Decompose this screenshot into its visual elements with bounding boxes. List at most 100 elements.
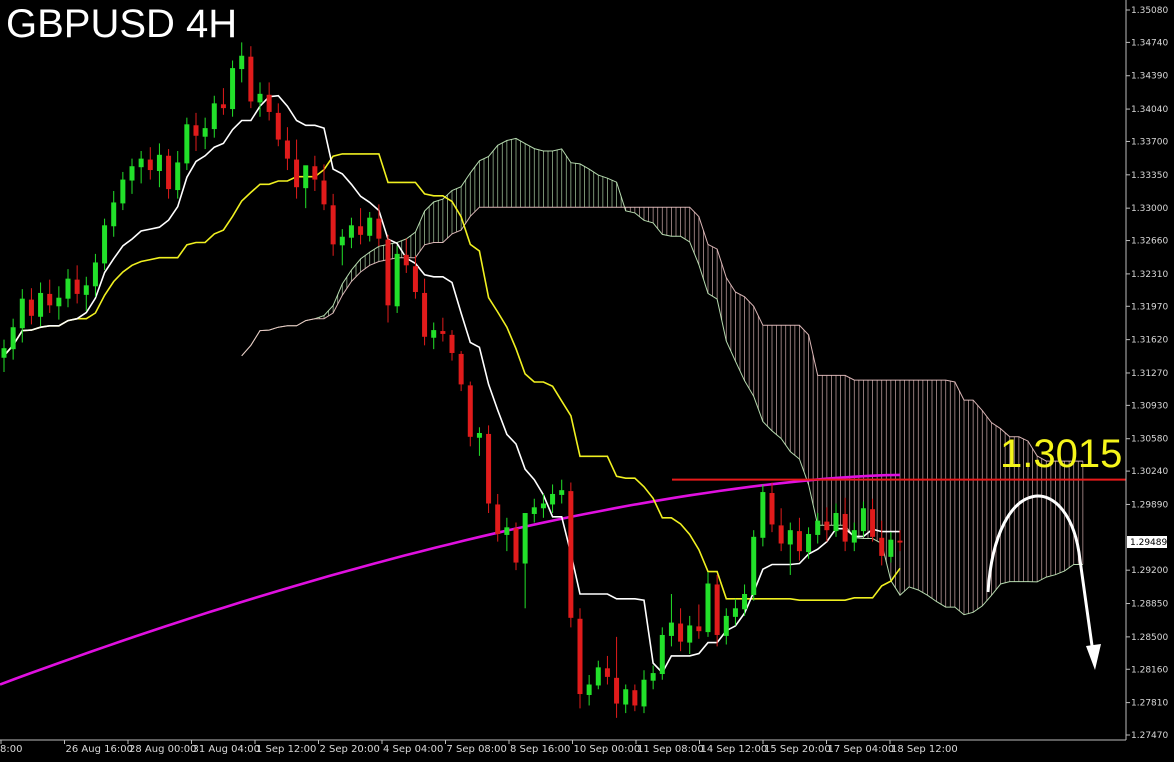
candle-bull <box>175 162 181 191</box>
candle-bull <box>751 536 757 595</box>
y-tick-label: 1.29890 <box>1131 500 1168 510</box>
y-tick-label: 1.32660 <box>1131 237 1168 247</box>
candle-bull <box>303 165 309 189</box>
candle-bear <box>330 205 336 245</box>
candle-bull <box>650 673 656 681</box>
candle-bull <box>230 68 236 110</box>
candle-bear <box>513 528 519 563</box>
forecast-arrowhead <box>1086 644 1101 670</box>
candle-bear <box>28 299 34 316</box>
candle-bull <box>431 330 437 338</box>
candle-bear <box>422 292 428 337</box>
candle-bull <box>550 493 556 505</box>
y-tick-label: 1.31270 <box>1131 369 1168 379</box>
candle-bull <box>92 262 98 287</box>
candle-bear <box>678 623 684 642</box>
tenkan-sen-line <box>3 94 900 674</box>
candle-bull <box>595 667 601 686</box>
x-tick-label: 26 Aug 16:00 <box>66 744 133 755</box>
candle-bull <box>1 348 7 358</box>
candle-bear <box>385 239 391 306</box>
candle-bull <box>742 594 748 610</box>
candle-bull <box>860 508 866 532</box>
candle-bear <box>796 531 802 552</box>
candle-bear <box>632 690 638 706</box>
candle-bull <box>348 225 354 238</box>
candle-bull <box>202 128 208 137</box>
y-tick-label: 1.34390 <box>1131 72 1168 82</box>
y-tick-label: 1.30930 <box>1131 401 1168 411</box>
y-tick-label: 1.33350 <box>1131 171 1168 181</box>
candle-bull <box>806 533 812 553</box>
x-tick-label: 18 Sep 12:00 <box>891 744 958 755</box>
price-tag-value: 1.29489 <box>1130 538 1167 548</box>
candle-bull <box>760 492 766 538</box>
candle-bull <box>815 520 821 535</box>
candle-bear <box>769 493 775 525</box>
axes <box>0 0 1127 741</box>
candle-bear <box>266 94 272 112</box>
tenkan-path <box>3 94 900 674</box>
candle-bear <box>714 584 720 635</box>
candle-bull <box>239 55 245 70</box>
candle-bear <box>294 159 300 188</box>
y-tick-label: 1.28850 <box>1131 600 1168 610</box>
candle-bear <box>193 125 199 136</box>
y-tick-label: 1.31620 <box>1131 336 1168 346</box>
candle-bull <box>19 298 25 329</box>
candle-bull <box>129 166 135 181</box>
x-tick-label: 17 Sep 04:00 <box>828 744 895 755</box>
x-tick-label: 10 Sep 00:00 <box>574 744 641 755</box>
candle-bear <box>275 112 281 140</box>
ichimoku-cloud <box>241 137 1084 616</box>
price-chart[interactable]: 1.35080 1.34740 1.34390 1.34040 1.33700 1.333… <box>0 0 1174 762</box>
candle-bull <box>732 608 738 617</box>
candle-bull <box>156 154 162 172</box>
candle-bull <box>540 503 546 509</box>
x-tick-label: 14 Sep 12:00 <box>701 744 768 755</box>
resistance-level-label: 1.3015 <box>1000 432 1123 476</box>
candle-bull <box>623 689 629 705</box>
candle-bear <box>604 668 610 677</box>
x-tick-label: 4 Sep 04:00 <box>383 744 443 755</box>
candle-bear <box>74 279 80 294</box>
candle-bull <box>339 236 345 246</box>
x-tick-label: 1 Sep 12:00 <box>256 744 316 755</box>
y-tick-label: 1.33000 <box>1131 204 1168 214</box>
y-tick-label: 1.34040 <box>1131 105 1168 115</box>
candle-bull <box>559 490 565 495</box>
candle-bull <box>184 124 190 164</box>
candle-bear <box>147 159 153 171</box>
candle-bear <box>440 331 446 334</box>
candle-bear <box>376 218 382 239</box>
candle-bull <box>120 179 126 204</box>
candle-bear <box>403 254 409 266</box>
candle-bear <box>321 180 327 205</box>
candle-bear <box>879 537 885 556</box>
y-tick-label: 1.29200 <box>1131 566 1168 576</box>
candle-bull <box>138 158 144 168</box>
candle-bear <box>47 293 53 306</box>
candle-bull <box>10 327 16 350</box>
candle-bull <box>38 292 44 317</box>
candle-bull <box>367 217 373 236</box>
candle-bull <box>723 615 729 636</box>
candle-bull <box>659 634 665 675</box>
candle-bull <box>668 622 674 636</box>
candle-bear <box>312 166 318 180</box>
y-tick-label: 1.28500 <box>1131 633 1168 643</box>
candle-bull <box>787 530 793 545</box>
candle-bull <box>687 625 693 643</box>
senkou-span-b <box>241 206 1083 462</box>
y-tick-label: 1.27810 <box>1131 699 1168 709</box>
candle-bear <box>284 140 290 159</box>
y-tick-label: 1.34740 <box>1131 38 1168 48</box>
candle-bull <box>394 253 400 307</box>
candle-bull <box>531 507 537 514</box>
candle-bull <box>476 432 482 438</box>
y-tick-label: 1.30580 <box>1131 435 1168 445</box>
current-price-tag: 1.29489 <box>1127 536 1167 548</box>
candle-bear <box>248 56 254 102</box>
x-tick-label: 2 Sep 20:00 <box>320 744 380 755</box>
y-tick-label: 1.27470 <box>1131 731 1168 741</box>
